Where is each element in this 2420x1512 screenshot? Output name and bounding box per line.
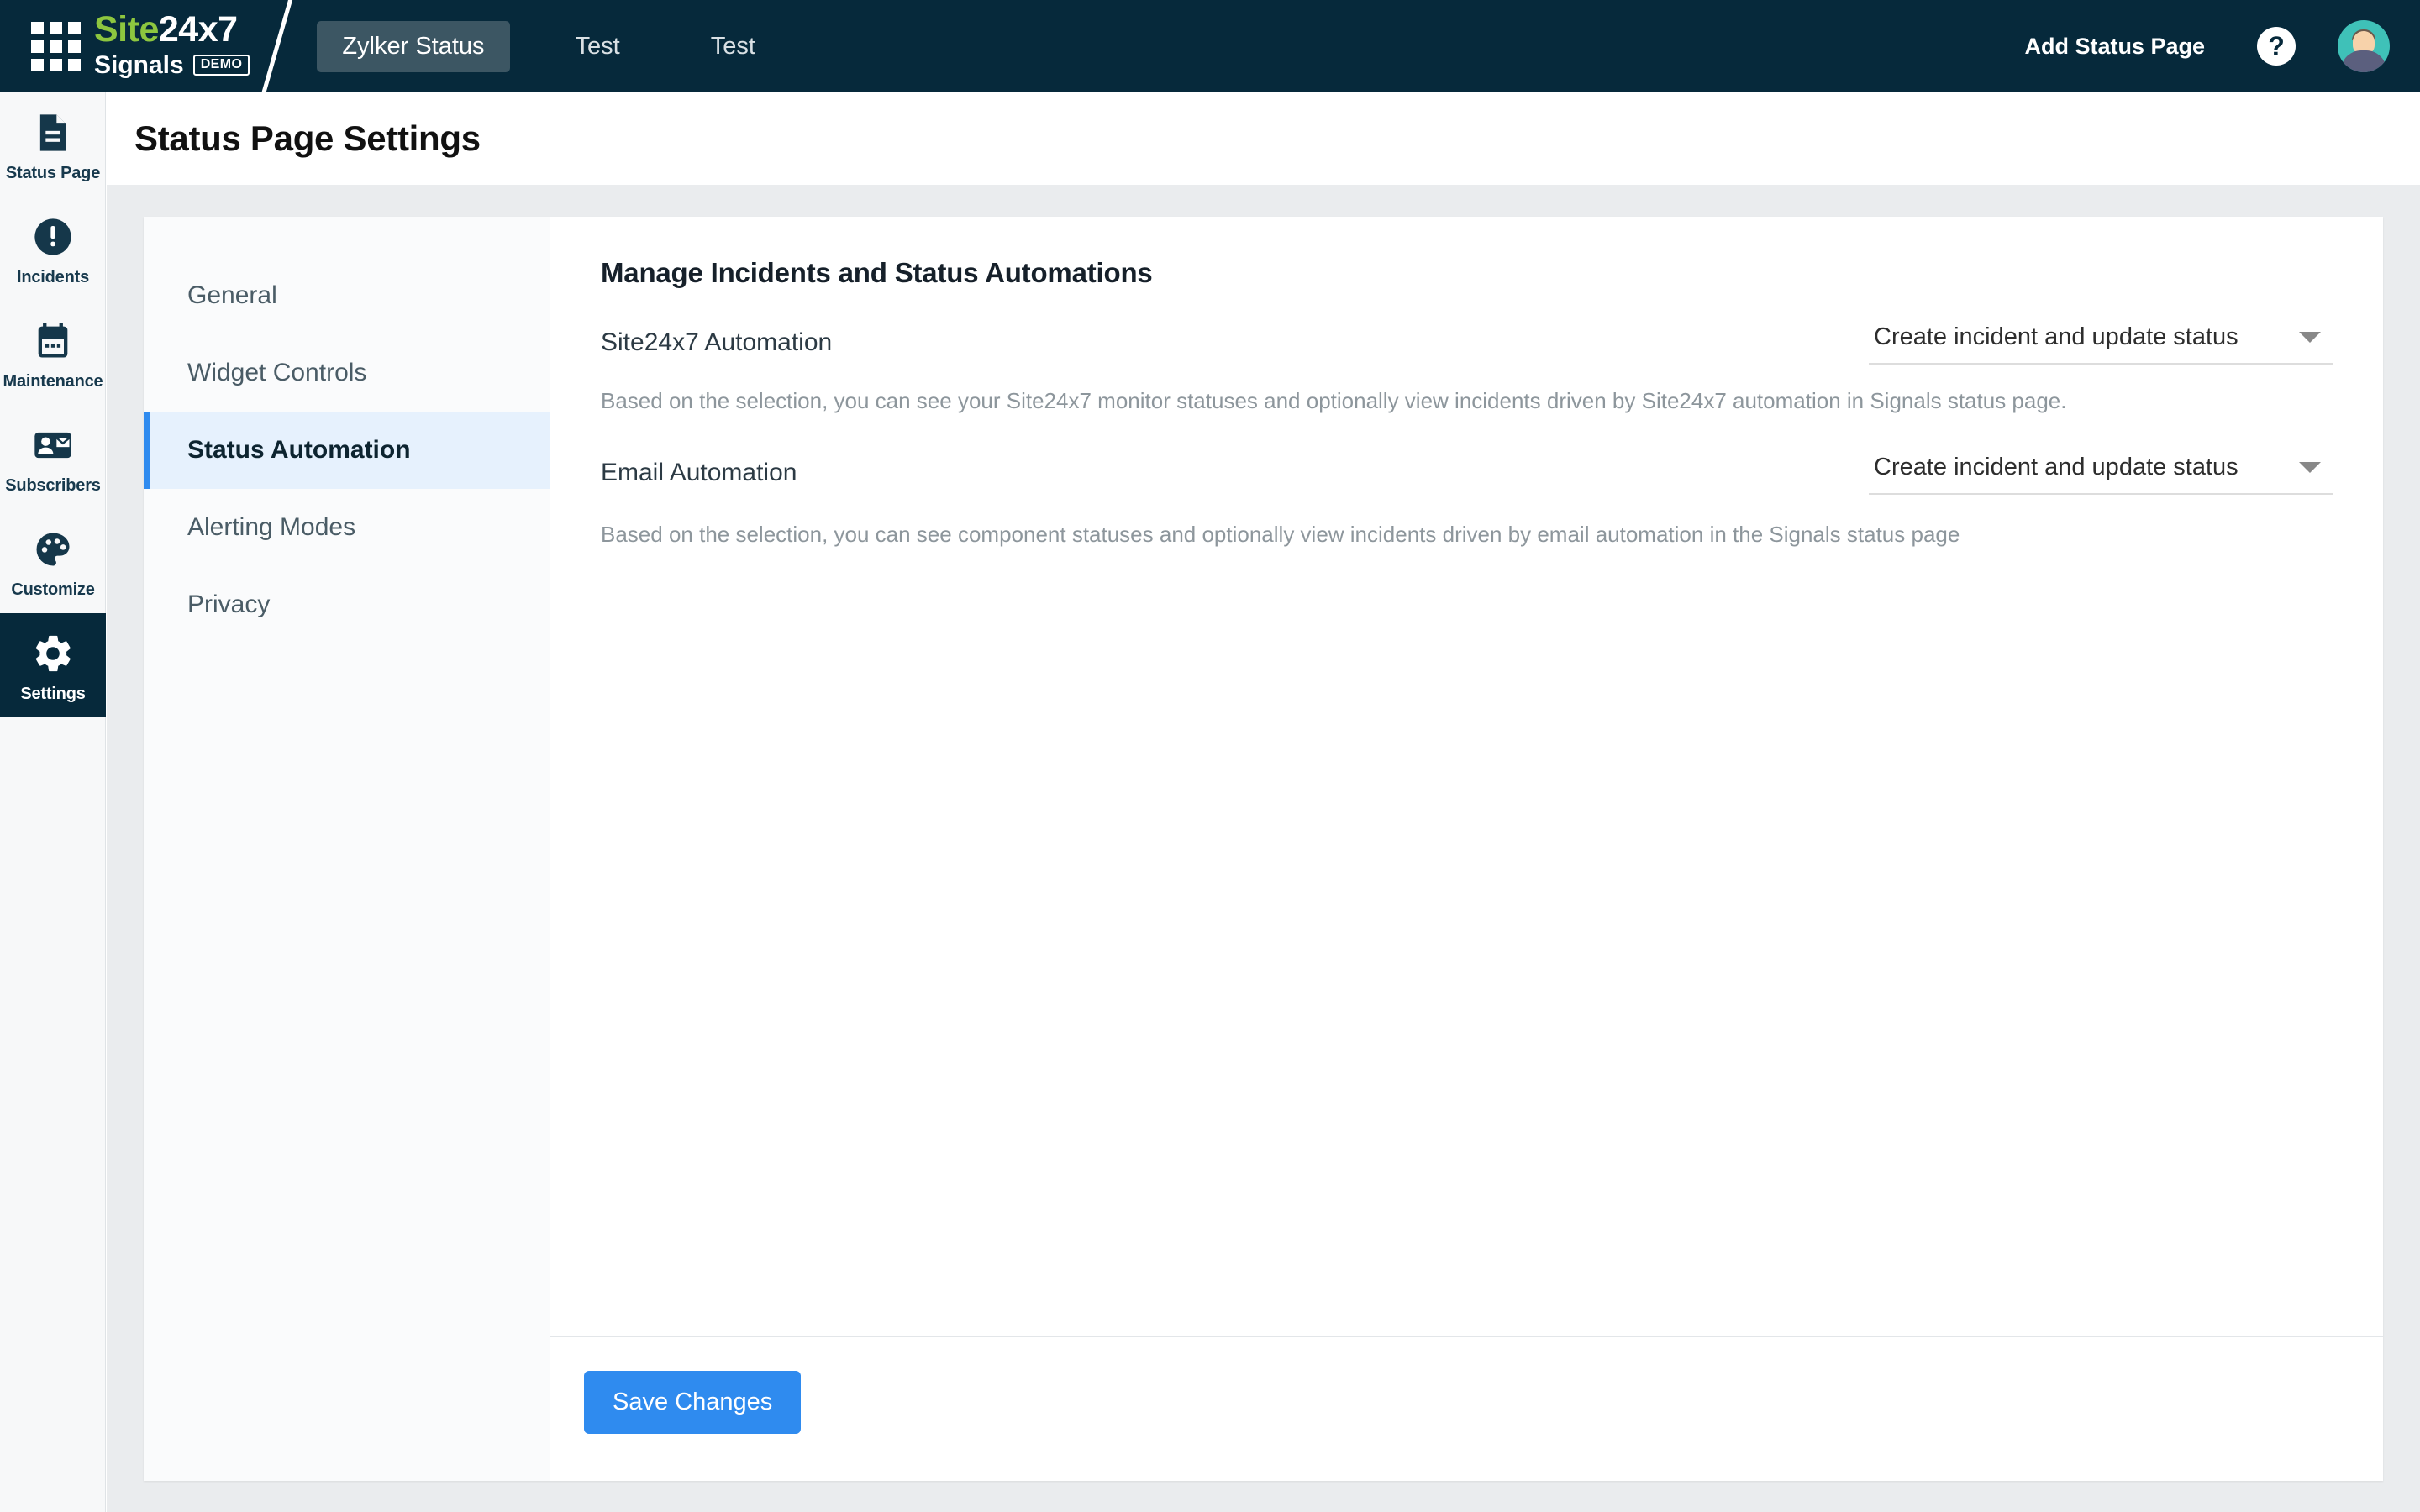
select-site24x7-automation[interactable]: Create incident and update status [1869,323,2333,365]
submenu-item-privacy[interactable]: Privacy [144,566,550,643]
rail-item-status-page[interactable]: Status Page [0,92,106,197]
rail-label-customize: Customize [11,580,95,599]
settings-footer: Save Changes [550,1336,2383,1481]
demo-badge: DEMO [192,55,250,76]
help-site24x7-automation: Based on the selection, you can see your… [601,388,2067,413]
section-heading: Manage Incidents and Status Automations [601,257,1153,288]
left-nav-rail: Status Page Incidents Maintenance Subscr… [0,92,106,1512]
gear-icon [35,635,71,672]
brand-signals: Signals [94,50,184,79]
help-icon[interactable]: ? [2257,27,2296,66]
avatar[interactable] [2338,20,2390,72]
tab-zylker-status[interactable]: Zylker Status [317,20,510,72]
settings-pane-inner: Manage Incidents and Status Automations … [550,217,2383,1336]
select-value-site24x7-automation: Create incident and update status [1874,323,2238,350]
status-page-tabs: Zylker Status Test Test [308,20,781,72]
chevron-down-icon [2299,332,2321,343]
rail-label-incidents: Incidents [17,268,89,286]
label-site24x7-automation: Site24x7 Automation [601,328,833,356]
rail-item-incidents[interactable]: Incidents [0,197,106,301]
rail-label-subscribers: Subscribers [5,476,101,495]
tab-test-2[interactable]: Test [686,21,781,72]
contact-card-icon [34,432,71,459]
chevron-down-icon [2299,461,2321,473]
calendar-icon [38,323,68,358]
save-changes-button[interactable]: Save Changes [584,1371,802,1434]
submenu-item-status-automation[interactable]: Status Automation [144,412,550,489]
brand-24x7: 24x7 [158,8,238,50]
page-title: Status Page Settings [134,118,481,158]
rail-label-settings: Settings [20,685,86,703]
submenu-item-widget-controls[interactable]: Widget Controls [144,334,550,412]
top-bar-actions: Add Status Page ? [2024,20,2420,72]
brand-logo[interactable]: Site24x7 Signals DEMO [94,8,250,81]
document-icon [39,114,66,151]
row-site24x7-automation: Site24x7 Automation Create incident and … [601,323,2333,365]
grid-apps-icon[interactable] [20,21,91,71]
add-status-page-button[interactable]: Add Status Page [2024,34,2205,60]
select-value-email-automation: Create incident and update status [1874,453,2238,480]
avatar-body [2341,50,2386,72]
settings-submenu: General Widget Controls Status Automatio… [144,217,550,1481]
settings-card: General Widget Controls Status Automatio… [144,217,2383,1481]
settings-pane: Manage Incidents and Status Automations … [550,217,2383,1481]
row-email-automation: Email Automation Create incident and upd… [601,454,2333,495]
alert-circle-icon [34,218,71,255]
rail-item-settings[interactable]: Settings [0,613,106,717]
rail-item-maintenance[interactable]: Maintenance [0,301,106,405]
label-email-automation: Email Automation [601,458,797,486]
top-bar: Site24x7 Signals DEMO Zylker Status Test… [0,0,2420,92]
rail-item-subscribers[interactable]: Subscribers [0,405,106,509]
rail-label-status-page: Status Page [5,164,101,182]
tab-test-1[interactable]: Test [550,21,645,72]
rail-item-customize[interactable]: Customize [0,509,106,613]
divider-slash [250,0,308,92]
page-header: Status Page Settings [107,92,2420,185]
palette-icon [36,533,70,566]
submenu-item-alerting-modes[interactable]: Alerting Modes [144,489,550,566]
help-email-automation: Based on the selection, you can see comp… [601,521,1960,547]
select-email-automation[interactable]: Create incident and update status [1869,454,2333,495]
submenu-item-general[interactable]: General [144,257,550,334]
rail-label-maintenance: Maintenance [3,372,103,391]
content-area: General Widget Controls Status Automatio… [107,185,2420,1512]
brand-site: Site [94,8,159,50]
